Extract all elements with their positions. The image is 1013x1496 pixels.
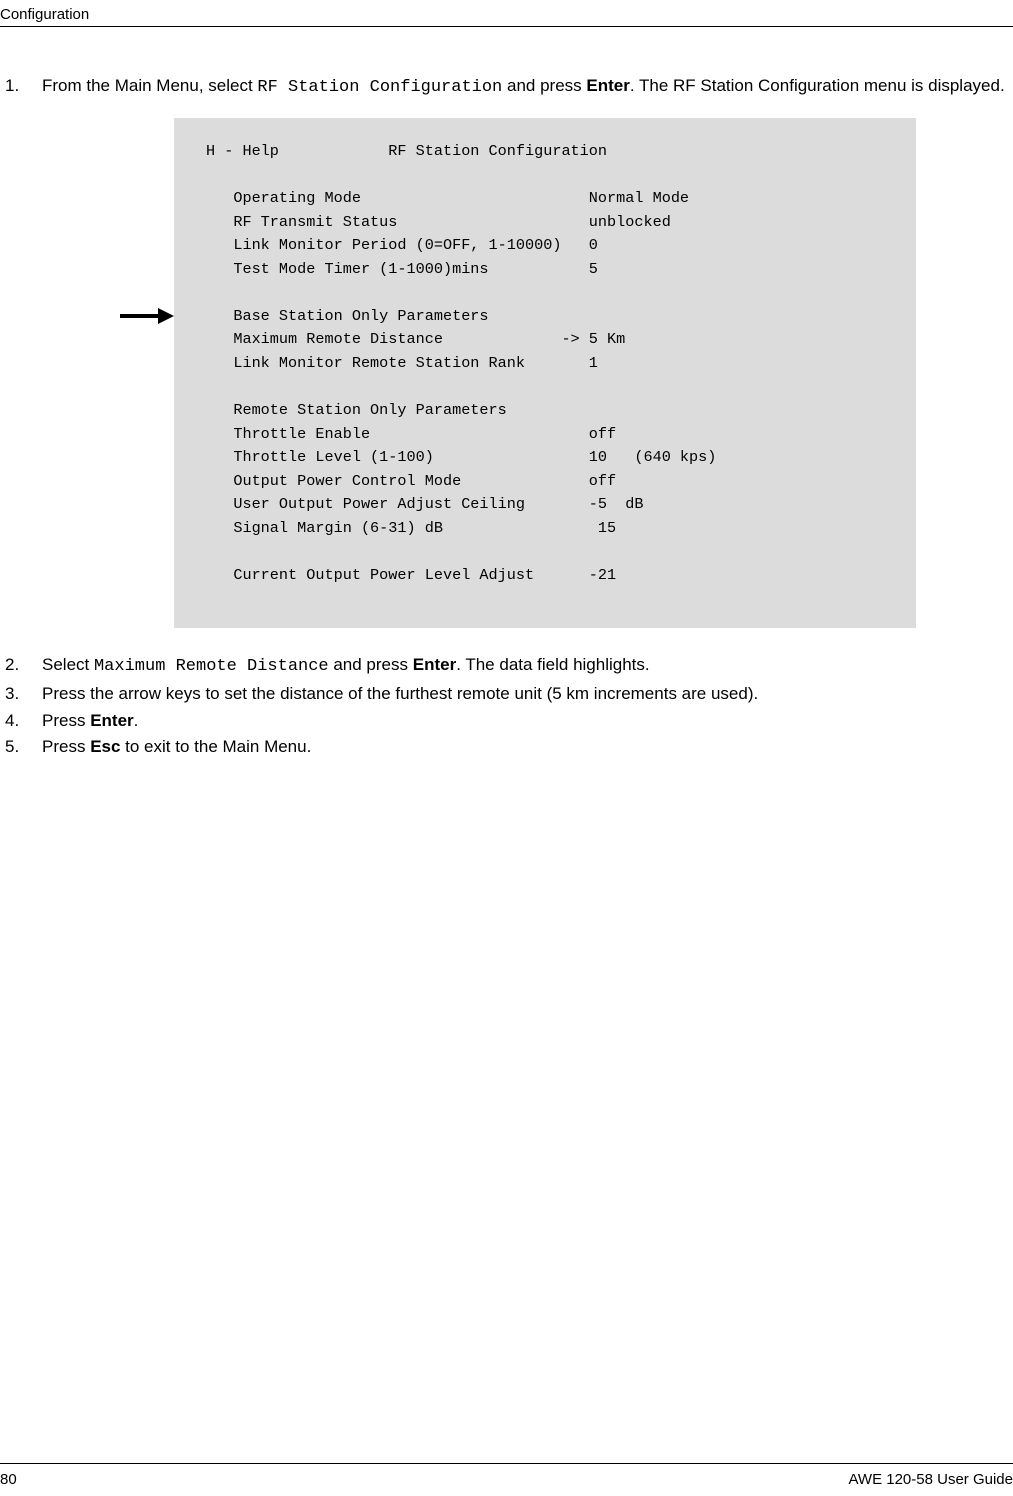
arrow-right-icon	[120, 306, 174, 326]
step-4: 4. Press Enter.	[0, 710, 1013, 733]
step-text-pre: Press	[42, 711, 90, 730]
step-text-post: .	[134, 711, 139, 730]
step-5: 5. Press Esc to exit to the Main Menu.	[0, 736, 1013, 759]
step-text-pre: From the Main Menu, select	[42, 76, 257, 95]
footer-divider	[0, 1463, 1013, 1464]
terminal-screenshot: H - Help RF Station Configuration Operat…	[174, 118, 916, 628]
step-text-pre: Press	[42, 737, 90, 756]
step-3: 3. Press the arrow keys to set the dista…	[0, 683, 1013, 706]
step-text-mid: and press	[329, 655, 413, 674]
step-bold: Esc	[90, 737, 120, 756]
step-text: Press the arrow keys to set the distance…	[42, 684, 758, 703]
step-text-post: to exit to the Main Menu.	[120, 737, 311, 756]
step-bold: Enter	[586, 76, 629, 95]
page-number: 80	[0, 1471, 17, 1488]
step-2: 2. Select Maximum Remote Distance and pr…	[0, 654, 1013, 679]
step-code: RF Station Configuration	[257, 78, 502, 97]
step-list: 1. From the Main Menu, select RF Station…	[0, 75, 1013, 759]
step-code: Maximum Remote Distance	[94, 657, 329, 676]
step-bold: Enter	[90, 711, 133, 730]
header-divider	[0, 26, 1013, 27]
header-section-title: Configuration	[0, 6, 89, 23]
step-text-post: . The RF Station Configuration menu is d…	[630, 76, 1005, 95]
terminal-text: H - Help RF Station Configuration Operat…	[174, 118, 916, 628]
step-number: 3.	[5, 683, 19, 706]
step-bold: Enter	[413, 655, 456, 674]
step-text-mid: and press	[502, 76, 586, 95]
page-content: 1. From the Main Menu, select RF Station…	[0, 75, 1013, 763]
step-number: 1.	[5, 75, 19, 98]
step-text-pre: Select	[42, 655, 94, 674]
step-text-post: . The data field highlights.	[456, 655, 649, 674]
step-number: 5.	[5, 736, 19, 759]
guide-title: AWE 120-58 User Guide	[848, 1471, 1013, 1488]
step-number: 4.	[5, 710, 19, 733]
step-1: 1. From the Main Menu, select RF Station…	[0, 75, 1013, 628]
step-number: 2.	[5, 654, 19, 677]
